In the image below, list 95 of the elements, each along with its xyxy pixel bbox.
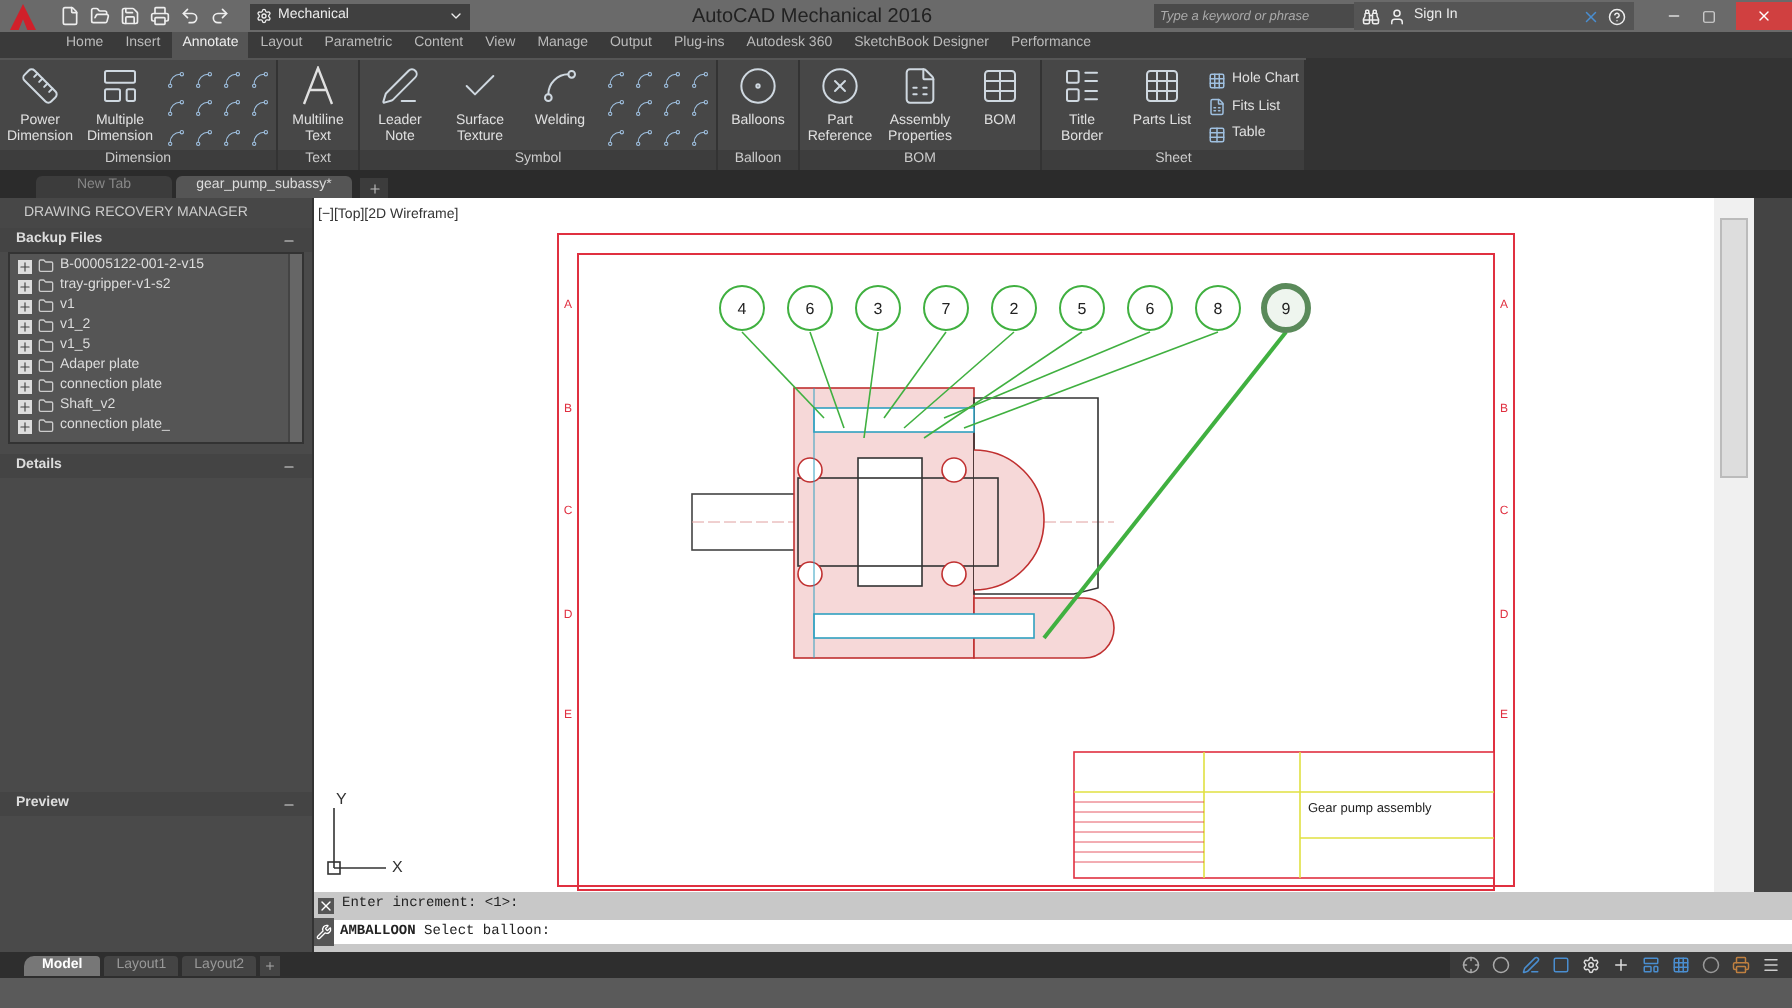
expand-icon[interactable] [18, 299, 32, 313]
expand-icon[interactable] [18, 339, 32, 353]
tool-icon[interactable] [690, 127, 710, 148]
add-layout-button[interactable] [260, 955, 281, 975]
tool-icon[interactable] [690, 70, 710, 90]
tool-icon[interactable] [634, 98, 654, 119]
new-tab-button[interactable] [360, 178, 388, 198]
open-folder-icon[interactable] [90, 6, 110, 26]
save-icon[interactable] [120, 6, 140, 26]
expand-icon[interactable] [18, 359, 32, 373]
grid-icon [1208, 71, 1226, 90]
tool-icon[interactable] [222, 98, 242, 119]
tool-icon[interactable] [634, 127, 654, 148]
tool-icon[interactable] [166, 98, 186, 119]
folder-icon [38, 418, 54, 434]
balloon[interactable]: 4 [719, 285, 765, 331]
leader-line [863, 331, 879, 439]
expand-icon[interactable] [18, 419, 32, 433]
user-icon [1388, 7, 1406, 25]
folder-icon [38, 338, 54, 354]
folder-icon [38, 298, 54, 314]
window-title: AutoCAD Mechanical 2016 [689, 3, 935, 31]
folder-icon [38, 258, 54, 274]
print-icon[interactable] [150, 6, 170, 26]
folder-icon [38, 398, 54, 414]
folder-icon [38, 318, 54, 334]
expand-icon[interactable] [18, 399, 32, 413]
balloon[interactable]: 9 [1261, 283, 1311, 333]
new-file-icon[interactable] [60, 6, 80, 26]
undo-icon[interactable] [180, 6, 200, 26]
plus-icon [264, 959, 277, 971]
list-icon [1062, 66, 1102, 106]
menu-icon[interactable] [1762, 956, 1780, 974]
axis-label: X [392, 858, 403, 876]
scrollbar[interactable] [288, 254, 302, 442]
tool-icon[interactable] [606, 127, 626, 148]
tool-icon[interactable] [662, 127, 682, 148]
balloon[interactable]: 6 [787, 285, 833, 331]
grid-icon [1142, 66, 1182, 106]
tool-icon[interactable] [166, 70, 186, 90]
tool-icon[interactable] [222, 127, 242, 148]
tool-icon[interactable] [662, 70, 682, 90]
balloon[interactable]: 2 [991, 285, 1037, 331]
close-icon [1756, 8, 1772, 24]
print-icon[interactable] [1732, 956, 1750, 974]
gear-icon [256, 8, 272, 24]
axis-label: Y [336, 790, 347, 808]
maximize-icon[interactable] [1702, 9, 1716, 23]
grid-icon[interactable] [1672, 956, 1690, 974]
close-icon[interactable] [318, 897, 334, 913]
plus-icon[interactable] [1612, 956, 1630, 974]
tool-icon[interactable] [250, 98, 270, 119]
tool-icon[interactable] [194, 98, 214, 119]
sheet-icon [900, 66, 940, 106]
expand-icon[interactable] [18, 319, 32, 333]
tool-icon[interactable] [222, 70, 242, 90]
folder-icon [38, 358, 54, 374]
expand-icon[interactable] [18, 259, 32, 273]
square-icon[interactable] [1552, 956, 1570, 974]
table-icon [980, 66, 1020, 106]
tool-icon[interactable] [194, 127, 214, 148]
scrollbar-thumb[interactable] [1720, 218, 1748, 478]
tool-icon[interactable] [250, 70, 270, 90]
balloon[interactable]: 3 [855, 285, 901, 331]
caret-icon [448, 8, 464, 24]
layout-icon[interactable] [1642, 956, 1660, 974]
tool-icon[interactable] [194, 70, 214, 90]
tool-icon[interactable] [634, 70, 654, 90]
pen-icon[interactable] [1522, 956, 1540, 974]
balloon[interactable]: 6 [1127, 285, 1173, 331]
tool-icon[interactable] [606, 70, 626, 90]
expand-icon[interactable] [18, 379, 32, 393]
help-icon[interactable] [1608, 7, 1626, 25]
folder-icon [38, 278, 54, 294]
tool-icon[interactable] [662, 98, 682, 119]
letter-icon [298, 66, 338, 106]
folder-icon [38, 378, 54, 394]
tool-icon[interactable] [690, 98, 710, 119]
expand-icon[interactable] [18, 279, 32, 293]
balloon[interactable]: 5 [1059, 285, 1105, 331]
tool-icon[interactable] [166, 127, 186, 148]
sheet-icon [1208, 98, 1226, 117]
gear-icon[interactable] [1582, 956, 1600, 974]
tool-icon[interactable] [606, 98, 626, 119]
crosshair-icon[interactable] [1462, 956, 1480, 974]
tool-icon[interactable] [250, 127, 270, 148]
balloon-icon [738, 66, 778, 106]
redo-icon[interactable] [210, 6, 230, 26]
balloon[interactable]: 8 [1195, 285, 1241, 331]
binoculars-icon[interactable] [1362, 7, 1380, 25]
table-icon [1208, 125, 1226, 144]
plus-icon [367, 181, 381, 195]
wrench-icon[interactable] [316, 924, 332, 940]
balloon[interactable]: 7 [923, 285, 969, 331]
ucs-axes-icon [327, 807, 387, 875]
